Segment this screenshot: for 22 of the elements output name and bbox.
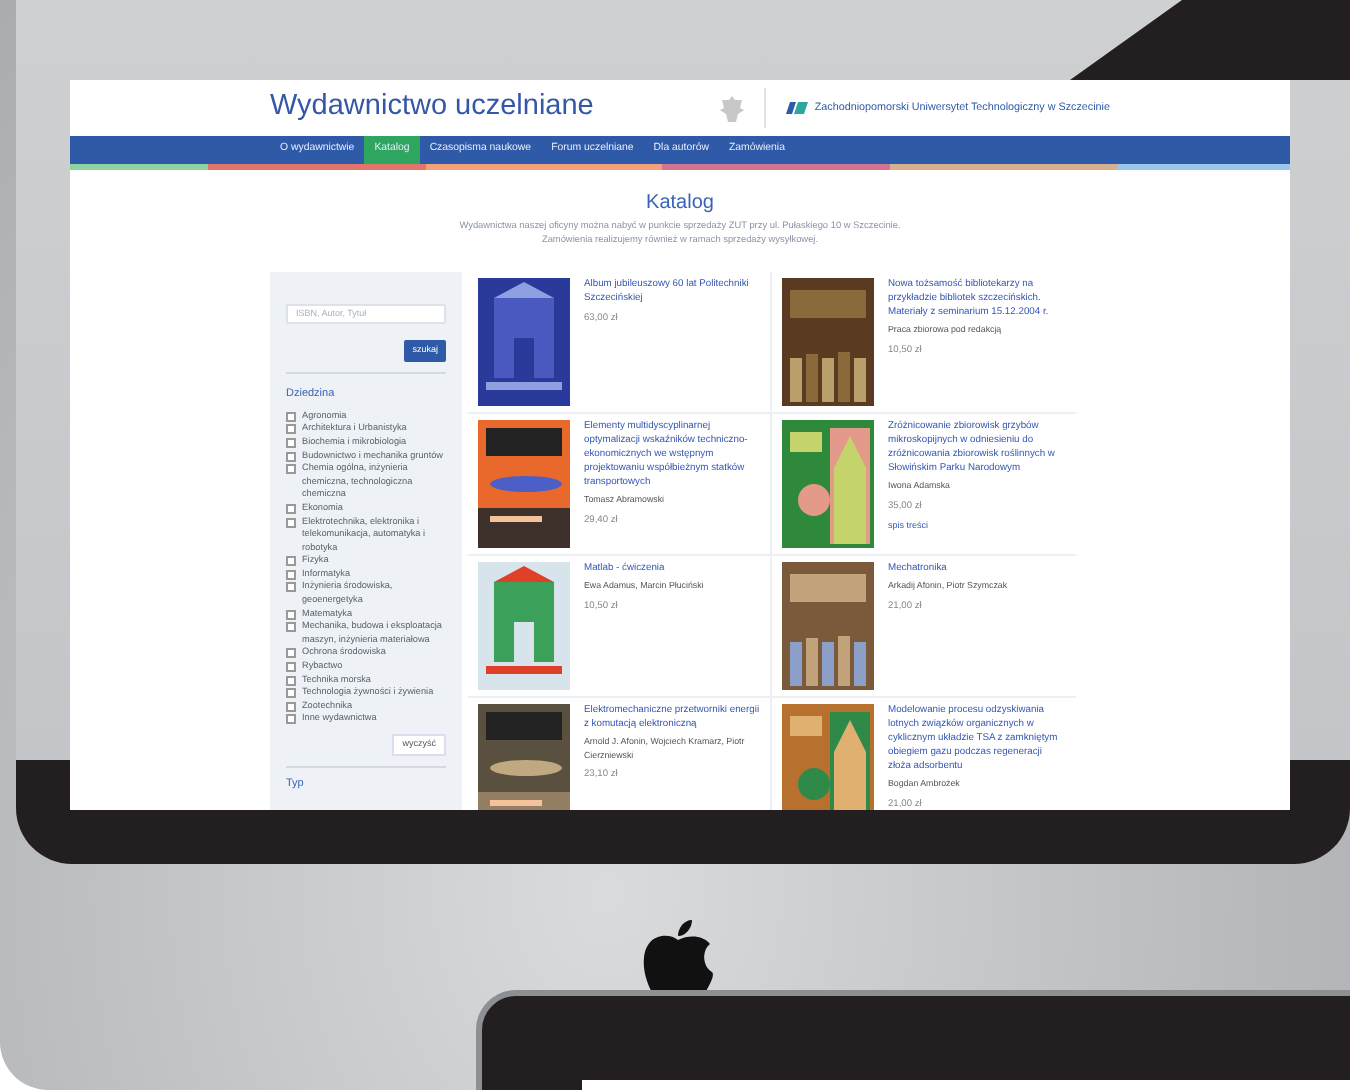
site-title[interactable]: Wydawnictwo uczelniane: [270, 86, 594, 130]
checkbox[interactable]: [286, 424, 296, 435]
page-heading: Katalog: [644, 190, 716, 218]
checkbox[interactable]: [286, 569, 296, 580]
checkbox[interactable]: [286, 437, 296, 448]
checkbox[interactable]: [286, 582, 296, 593]
checkbox[interactable]: [286, 622, 296, 633]
checkbox[interactable]: [286, 675, 296, 686]
checkbox[interactable]: [286, 556, 296, 567]
checkbox[interactable]: [286, 517, 296, 527]
checkbox[interactable]: [286, 464, 296, 475]
checkbox[interactable]: [286, 609, 296, 620]
university-logo-icon: [786, 101, 809, 114]
checkbox[interactable]: [286, 714, 296, 725]
checkbox[interactable]: [286, 688, 296, 699]
checkbox[interactable]: [286, 503, 296, 514]
checkbox[interactable]: [286, 662, 296, 673]
checkbox[interactable]: [286, 701, 296, 712]
eagle-icon: [720, 95, 745, 121]
checkbox[interactable]: [286, 648, 296, 659]
checkbox[interactable]: [286, 411, 296, 422]
checkbox[interactable]: [286, 451, 296, 462]
